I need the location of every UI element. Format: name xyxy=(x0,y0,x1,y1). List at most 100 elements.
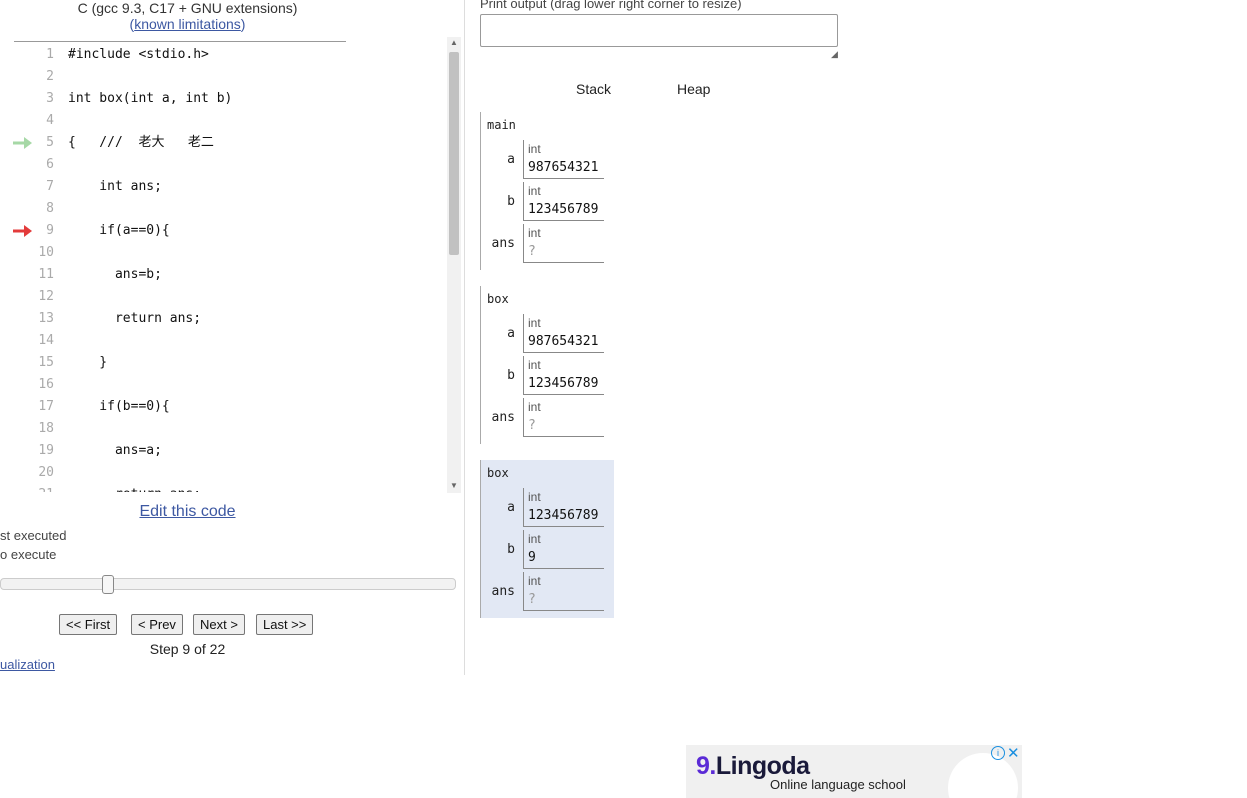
pane-divider xyxy=(464,0,465,675)
code-display[interactable]: 1 #include <stdio.h> 2 3 int box(int a, int … xyxy=(0,44,446,492)
known-limitations-link[interactable]: known limitations xyxy=(134,16,241,32)
code-line[interactable]: 17 if(b==0){ xyxy=(0,396,446,418)
line-number: 16 xyxy=(38,377,54,392)
code-line[interactable]: 1 #include <stdio.h> xyxy=(0,44,446,66)
variable-value: ? xyxy=(528,592,536,607)
code-text: int ans; xyxy=(68,179,162,194)
variable-value: 9 xyxy=(528,550,536,565)
line-number: 5 xyxy=(46,135,54,150)
line-number: 9 xyxy=(46,223,54,238)
line-number: 11 xyxy=(38,267,54,282)
variable-type: int xyxy=(528,532,541,546)
heap-header: Heap xyxy=(677,81,711,97)
code-text: int box(int a, int b) xyxy=(68,91,233,106)
code-line[interactable]: 18 xyxy=(0,418,446,440)
close-icon[interactable]: ✕ xyxy=(1007,745,1020,762)
info-icon[interactable]: i xyxy=(991,746,1005,760)
print-output-box[interactable] xyxy=(480,14,838,47)
prev-button[interactable]: < Prev xyxy=(131,614,183,635)
variable-name: b xyxy=(507,368,515,383)
code-text: return ans; xyxy=(68,311,202,326)
code-text: if(a==0){ xyxy=(68,223,170,238)
step-counter: Step 9 of 22 xyxy=(149,641,226,657)
first-button[interactable]: << First xyxy=(59,614,118,635)
code-text: } xyxy=(68,355,108,370)
variable-box: int 987654321 xyxy=(523,314,604,353)
line-number: 6 xyxy=(46,157,54,172)
line-number: 10 xyxy=(38,245,54,260)
code-line[interactable]: 20 xyxy=(0,462,446,484)
language-label: C (gcc 9.3, C17 + GNU extensions) xyxy=(77,0,298,16)
variable-value: ? xyxy=(528,418,536,433)
ad-banner[interactable]: 9.Lingoda Online language school i ✕ xyxy=(686,745,1022,798)
variable-box: int? xyxy=(523,572,604,611)
variable-value: ? xyxy=(528,244,536,259)
variable-value: 987654321 xyxy=(528,160,599,175)
code-line[interactable]: 3 int box(int a, int b) xyxy=(0,88,446,110)
variable-value: 123456789 xyxy=(528,202,599,217)
line-number: 13 xyxy=(38,311,54,326)
variable-name: ans xyxy=(491,236,515,251)
resize-grip-icon[interactable]: ◢ xyxy=(831,49,838,60)
step-slider-handle[interactable] xyxy=(102,575,114,594)
code-line[interactable]: 9 if(a==0){ xyxy=(0,220,446,242)
line-number: 20 xyxy=(38,465,54,480)
code-line[interactable]: 7 int ans; xyxy=(0,176,446,198)
line-number: 21 xyxy=(30,484,54,492)
variable-name: b xyxy=(507,194,515,209)
frame-name: box xyxy=(487,292,509,306)
code-line[interactable]: 15 } xyxy=(0,352,446,374)
variable-box: int 123456789 xyxy=(523,488,604,527)
code-line[interactable]: 6 xyxy=(0,154,446,176)
code-line[interactable]: 19 ans=a; xyxy=(0,440,446,462)
variable-value: 123456789 xyxy=(528,508,599,523)
edit-code-wrapper: Edit this code xyxy=(0,503,375,521)
variable-box: int 123456789 xyxy=(523,182,604,221)
code-line[interactable]: 12 xyxy=(0,286,446,308)
print-output-label: Print output (drag lower right corner to… xyxy=(480,0,742,11)
code-line[interactable]: 8 xyxy=(0,198,446,220)
next-button[interactable]: Next > xyxy=(193,614,245,635)
variable-type: int xyxy=(528,490,541,504)
visualization-link[interactable]: ualization xyxy=(0,657,55,672)
step-slider[interactable] xyxy=(0,578,456,590)
legend-next-execute: o execute xyxy=(0,547,57,562)
scroll-down-icon[interactable]: ▼ xyxy=(447,480,461,492)
variable-type: int xyxy=(528,184,541,198)
line-number: 12 xyxy=(38,289,54,304)
code-line[interactable]: 2 xyxy=(0,66,446,88)
stack-frame-main: main a int 987654321 b int 123456789 ans int? xyxy=(480,112,614,270)
variable-type: int xyxy=(528,400,541,414)
known-limitations-line: (known limitations) xyxy=(0,16,375,32)
code-line[interactable]: 4 xyxy=(0,110,446,132)
line-number: 7 xyxy=(46,179,54,194)
stack-header: Stack xyxy=(576,81,612,97)
line-number: 14 xyxy=(38,333,54,348)
code-line[interactable]: 5 { /// 老大 老二 xyxy=(0,132,446,154)
code-line[interactable]: 13 return ans; xyxy=(0,308,446,330)
variable-box: int? xyxy=(523,224,604,263)
code-line[interactable]: 21 return ans; xyxy=(0,484,446,492)
code-line[interactable]: 11 ans=b; xyxy=(0,264,446,286)
code-text: ans=b; xyxy=(68,267,162,282)
code-line[interactable]: 14 xyxy=(0,330,446,352)
code-text: if(b==0){ xyxy=(68,399,170,414)
line-number: 15 xyxy=(38,355,54,370)
last-button[interactable]: Last >> xyxy=(256,614,314,635)
viz-link-wrapper: ualization xyxy=(0,657,55,672)
line-number: 17 xyxy=(38,399,54,414)
variable-type: int xyxy=(528,142,541,156)
variable-box: int 9 xyxy=(523,530,604,569)
code-scrollbar-thumb[interactable] xyxy=(449,52,459,255)
code-text: ans=a; xyxy=(68,443,162,458)
code-line[interactable]: 16 xyxy=(0,374,446,396)
line-number: 8 xyxy=(46,201,54,216)
variable-box: int? xyxy=(523,398,604,437)
stack-frame-box: box a int 987654321 b int 123456789 ans int? xyxy=(480,286,614,444)
scroll-up-icon[interactable]: ▲ xyxy=(447,37,461,49)
edit-code-link[interactable]: Edit this code xyxy=(139,503,235,520)
frame-name: main xyxy=(487,118,516,132)
code-line[interactable]: 10 xyxy=(0,242,446,264)
variable-type: int xyxy=(528,358,541,372)
variable-name: a xyxy=(507,500,515,515)
